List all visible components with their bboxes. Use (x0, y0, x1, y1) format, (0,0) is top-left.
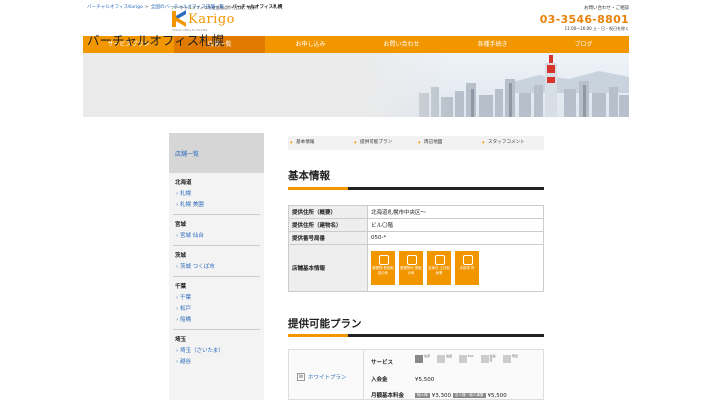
plan-name: ホワイトプラン (308, 375, 347, 381)
tab-basic-info[interactable]: 基本情報 (288, 136, 352, 150)
registration-service-icon: 登記 (503, 354, 520, 367)
phone-service-icon: 電話 (437, 354, 454, 367)
sidebar-link-koshigaya[interactable]: › 越谷 (176, 357, 264, 365)
corporate-tag: 法人様・個人事業 (452, 393, 486, 398)
plan-monthly-row: 月額基本料金 個人様 ¥3,300 法人様・個人事業 ¥5,500 (371, 391, 507, 399)
phone-badge-icon: 郵便物の 受取 の有 (399, 251, 423, 285)
sidebar-pref-ibaraki: 茨城 (175, 253, 187, 259)
sidebar: 店舗一覧 北海道 › 札幌 › 札幌 美園 宮城 › 宮城 仙台 茨城 › 茨城… (169, 133, 264, 400)
breadcrumb-home[interactable]: バーチャルオフィスKarigo (87, 5, 143, 10)
basic-info-heading: 基本情報 (288, 170, 330, 182)
meeting-room-service-icon: 会議室 (481, 354, 498, 367)
nav-item-apply[interactable]: お申し込み (265, 36, 356, 53)
info-key: 提供番号局番 (288, 231, 368, 245)
contact-label: お問い合わせ・ご相談 (584, 6, 629, 11)
sidebar-divider (173, 245, 260, 246)
plan-entry-row: 入会金 ¥5,500 (371, 375, 434, 383)
info-key: 提供住所（概要） (288, 205, 368, 219)
plan-name-link[interactable]: W ホワイトプラン (297, 373, 347, 381)
sidebar-link-chiba[interactable]: › 千葉 (176, 293, 264, 301)
contact-block: お問い合わせ・ご相談 03-3546-8801 11:00〜16:00 土・日・… (540, 5, 629, 32)
plan-card: W ホワイトプラン サービス 住所 電話 FAX 会議室 登記 入会金 ¥5,500… (288, 349, 544, 400)
info-value: 北海道札幌市中央区〜 (367, 205, 544, 219)
sidebar-link-sapporo-misono[interactable]: › 札幌 美園 (176, 200, 264, 208)
fax-service-icon: FAX (459, 354, 476, 367)
white-plan-icon: W (297, 373, 305, 381)
sidebar-pref-saitama: 埼玉 (175, 337, 187, 343)
tab-map[interactable]: 周辺地図 (416, 136, 480, 150)
sidebar-link-tsukuba[interactable]: › 茨城 つくば市 (176, 262, 264, 270)
sidebar-heading[interactable]: 店舗一覧 (169, 133, 264, 173)
breadcrumb-current: バーチャルオフィス札幌 (231, 5, 283, 10)
sidebar-divider (173, 329, 260, 330)
basic-info-table: 提供住所（概要） 北海道札幌市中央区〜 提供住所（建物名） ビル〇階 提供番号局番 0… (288, 205, 544, 292)
contact-phone[interactable]: 03-3546-8801 (540, 13, 629, 26)
heading-underline (288, 334, 544, 337)
monthly-individual-value: ¥3,300 (431, 393, 452, 399)
info-value: 050-* (367, 231, 544, 245)
address-service-icon: 住所 (415, 354, 432, 367)
entry-label: 入会金 (371, 377, 388, 383)
heading-underline (288, 187, 544, 190)
plans-heading: 提供可能プラン (288, 318, 362, 330)
tab-staff-comment[interactable]: スタッフコメント (480, 136, 544, 150)
sidebar-divider (173, 276, 260, 277)
hero-banner (83, 53, 629, 117)
info-key: 店舗基本情報 (288, 244, 368, 292)
table-row: 提供番号局番 050-* (288, 231, 544, 245)
sidebar-divider (173, 214, 260, 215)
plan-service-icons: 住所 電話 FAX 会議室 登記 (415, 354, 520, 367)
mail-forward-badge-icon: 郵便物 着信転送の有 (371, 251, 395, 285)
sidebar-link-funabashi[interactable]: › 船橋 (176, 315, 264, 323)
breadcrumb-store-list[interactable]: 全国のバーチャルオフィス店舗一覧 (151, 5, 224, 10)
page-title: バーチャルオフィス札幌 (87, 33, 225, 48)
monthly-label: 月額基本料金 (371, 393, 405, 399)
contact-hours: 11:00〜16:00 土・日・祝日を除く (564, 26, 629, 31)
city-skyline-image (359, 53, 629, 117)
tab-plans[interactable]: 提供可能プラン (352, 136, 416, 150)
sidebar-link-matsudo[interactable]: › 松戸 (176, 304, 264, 312)
sidebar-pref-hokkaido: 北海道 (175, 180, 192, 186)
sidebar-link-saitama[interactable]: › 埼玉（さいたま） (176, 346, 264, 354)
sidebar-link-sendai[interactable]: › 宮城 仙台 (176, 231, 264, 239)
breadcrumb-separator: > (144, 5, 149, 10)
service-label: サービス (371, 360, 394, 366)
monthly-corporate-value: ¥5,500 (487, 393, 507, 399)
table-row: 店舗基本情報 郵便物 着信転送の有 郵便物の 受取 の有 定休日 土日祝休業 手… (288, 244, 544, 292)
entry-value: ¥5,500 (415, 377, 435, 383)
table-row: 提供住所（概要） 北海道札幌市中央区〜 (288, 205, 544, 219)
logo-text: Karigo (188, 11, 235, 27)
info-value: ビル〇階 (367, 218, 544, 232)
breadcrumb-separator: > (226, 5, 230, 10)
section-tabs: 基本情報 提供可能プラン 周辺地図 スタッフコメント (288, 136, 544, 150)
plan-name-cell: W ホワイトプラン (289, 350, 364, 400)
individual-tag: 個人様 (415, 393, 430, 398)
site-logo[interactable]: Karigo (172, 10, 235, 27)
info-value: 郵便物 着信転送の有 郵便物の 受取 の有 定休日 土日祝休業 手続書 有 (367, 244, 544, 292)
sidebar-pref-chiba: 千葉 (175, 284, 187, 290)
breadcrumb: バーチャルオフィスKarigo > 全国のバーチャルオフィス店舗一覧 > バーチャルオフ… (87, 4, 282, 10)
logo-mark-icon (172, 10, 186, 27)
info-key: 提供住所（建物名） (288, 218, 368, 232)
nav-item-blog[interactable]: ブログ (538, 36, 629, 53)
table-row: 提供住所（建物名） ビル〇階 (288, 218, 544, 232)
sidebar-link-sapporo[interactable]: › 札幌 (176, 189, 264, 197)
document-badge-icon: 手続書 有 (455, 251, 479, 285)
calendar-badge-icon: 定休日 土日祝休業 (427, 251, 451, 285)
plan-service-row: サービス (371, 358, 415, 366)
nav-item-procedures[interactable]: 各種手続き (447, 36, 538, 53)
nav-item-contact[interactable]: お問い合わせ (356, 36, 447, 53)
sidebar-pref-miyagi: 宮城 (175, 222, 187, 228)
service-badges: 郵便物 着信転送の有 郵便物の 受取 の有 定休日 土日祝休業 手続書 有 (371, 251, 540, 285)
